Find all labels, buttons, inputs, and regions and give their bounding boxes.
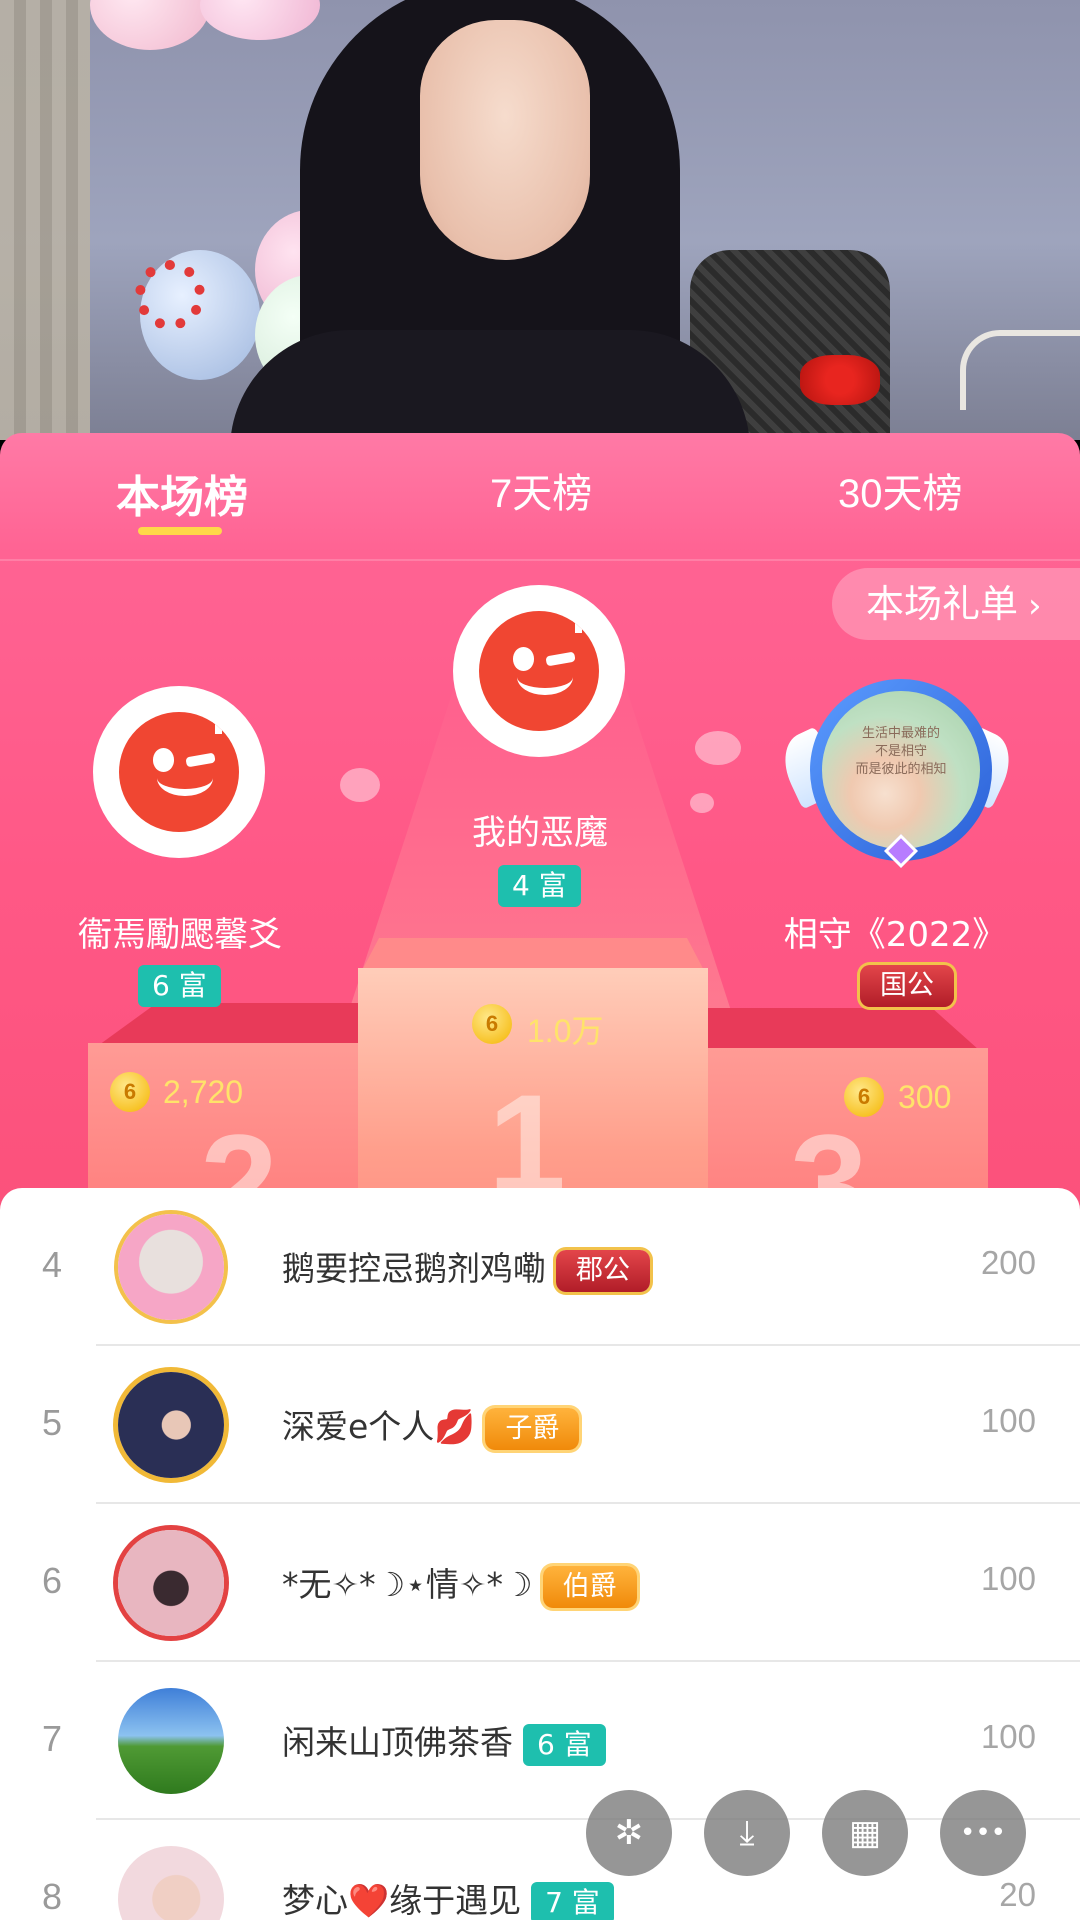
gift-list-button[interactable]: 本场礼单 › — [832, 568, 1080, 640]
chevron-right-icon: › — [1028, 586, 1042, 626]
avatar[interactable] — [118, 1530, 224, 1636]
wealth-badge: 7 富 — [531, 1881, 614, 1920]
sparkle-icon: ✲ — [614, 1813, 644, 1853]
user-name: *无✧*☽⋆情✧*☽ — [282, 1565, 533, 1604]
contribution-score: 100 — [980, 1560, 1036, 1597]
second-place-name: 衞焉勵颸馨爻 — [78, 915, 282, 955]
coin-icon: 6 — [472, 1004, 512, 1044]
balloon — [90, 0, 210, 50]
streamer-face — [420, 20, 590, 260]
second-place-score: 2,720 — [163, 1074, 244, 1110]
avatar[interactable] — [118, 1688, 224, 1794]
list-item[interactable]: 8 梦心❤️缘于遇见 7 富 20 — [0, 1820, 1080, 1920]
grid-button[interactable]: ▦ — [822, 1790, 908, 1876]
avatar[interactable] — [118, 1214, 224, 1320]
first-place-avatar[interactable] — [453, 585, 625, 757]
wealth-badge: 6 富 — [523, 1723, 606, 1766]
list-item-name-group: 鹅要控忌鹅剂鸡嘞 郡公 — [282, 1242, 650, 1292]
rank-number: 7 — [42, 1718, 63, 1759]
sparkle — [695, 731, 741, 765]
balloon-decoration — [135, 260, 205, 330]
bicycle — [960, 330, 1080, 410]
tab-7-days[interactable]: 7天榜 — [490, 461, 592, 519]
user-name: 梦心❤️缘于遇见 — [282, 1881, 522, 1920]
contribution-score: 100 — [980, 1402, 1036, 1439]
contribution-score: 20 — [999, 1876, 1036, 1913]
noble-badge: 郡公 — [556, 1249, 650, 1292]
list-item-name-group: *无✧*☽⋆情✧*☽ 伯爵 — [282, 1558, 637, 1608]
rank-number: 5 — [42, 1402, 63, 1443]
avatar[interactable] — [118, 1846, 224, 1920]
gift-list-label: 本场礼单 — [866, 582, 1019, 626]
user-name: 深爱e个人💋 — [282, 1407, 476, 1446]
list-item-name-group: 深爱e个人💋 子爵 — [282, 1400, 580, 1450]
download-button[interactable]: ⤓ — [704, 1790, 790, 1876]
first-place-name: 我的恶魔 — [472, 813, 608, 853]
contribution-score: 100 — [980, 1718, 1036, 1755]
tab-30-days[interactable]: 30天榜 — [838, 461, 963, 519]
list-item[interactable]: 7 闲来山顶佛茶香 6 富 100 — [0, 1662, 1080, 1820]
tab-indicator — [138, 527, 222, 535]
noble-badge: 伯爵 — [542, 1565, 637, 1608]
more-icon: ••• — [959, 1818, 1006, 1848]
mascot-icon — [479, 611, 599, 731]
rank-number: 4 — [42, 1244, 63, 1285]
coin-icon: 6 — [844, 1077, 884, 1117]
rank-number: 8 — [42, 1876, 63, 1917]
third-place-name: 相守《2022》 — [783, 915, 1007, 955]
mascot-icon — [119, 712, 239, 832]
coin-icon: 6 — [110, 1072, 150, 1112]
user-name: 闲来山顶佛茶香 — [282, 1723, 513, 1762]
ranking-list: 4 鹅要控忌鹅剂鸡嘞 郡公 200 5 深爱e个人💋 子爵 100 6 *无✧*☽⋆… — [0, 1188, 1080, 1920]
curtain — [0, 0, 90, 440]
noble-badge: 子爵 — [485, 1407, 580, 1450]
third-place-avatar[interactable]: 生活中最难的 不是相守 而是彼此的相知 — [810, 679, 992, 868]
tab-divider — [0, 559, 1080, 561]
red-bow — [800, 355, 880, 405]
sparkle — [340, 768, 380, 802]
contribution-score: 200 — [980, 1244, 1036, 1281]
balloon — [200, 0, 320, 40]
avatar-caption-line: 生活中最难的 — [861, 726, 940, 741]
second-place-wealth-badge: 6 富 — [138, 965, 221, 1007]
streamer-body — [230, 330, 750, 440]
grid-icon: ▦ — [848, 1813, 882, 1853]
rank-number: 6 — [42, 1560, 63, 1601]
user-name: 鹅要控忌鹅剂鸡嘞 — [282, 1249, 546, 1288]
list-item[interactable]: 4 鹅要控忌鹅剂鸡嘞 郡公 200 — [0, 1188, 1080, 1346]
list-item-name-group: 梦心❤️缘于遇见 7 富 — [282, 1874, 614, 1920]
ranking-panel: 本场榜 7天榜 30天榜 本场礼单 › 1 2 3 我的恶魔 4 富 6 1.0万 — [0, 433, 1080, 1920]
more-button[interactable]: ••• — [940, 1790, 1026, 1876]
avatar-image: 生活中最难的 不是相守 而是彼此的相知 — [822, 691, 980, 849]
second-place-avatar[interactable] — [93, 686, 265, 858]
list-item[interactable]: 6 *无✧*☽⋆情✧*☽ 伯爵 100 — [0, 1504, 1080, 1662]
avatar-caption-line: 不是相守 — [874, 744, 927, 759]
tab-this-show[interactable]: 本场榜 — [116, 461, 248, 525]
list-item-name-group: 闲来山顶佛茶香 6 富 — [282, 1716, 606, 1766]
sparkle-button[interactable]: ✲ — [586, 1790, 672, 1876]
third-place-noble-badge: 国公 — [860, 965, 954, 1007]
download-icon: ⤓ — [739, 1813, 755, 1853]
avatar[interactable] — [118, 1372, 224, 1478]
avatar-caption-line: 而是彼此的相知 — [855, 762, 947, 777]
live-video-background — [0, 0, 1080, 440]
list-item[interactable]: 5 深爱e个人💋 子爵 100 — [0, 1346, 1080, 1504]
first-place-wealth-badge: 4 富 — [498, 865, 581, 907]
ranking-tabs: 本场榜 7天榜 30天榜 — [0, 433, 1080, 563]
third-place-score: 300 — [898, 1079, 952, 1115]
first-place-score: 1.0万 — [527, 1013, 604, 1049]
